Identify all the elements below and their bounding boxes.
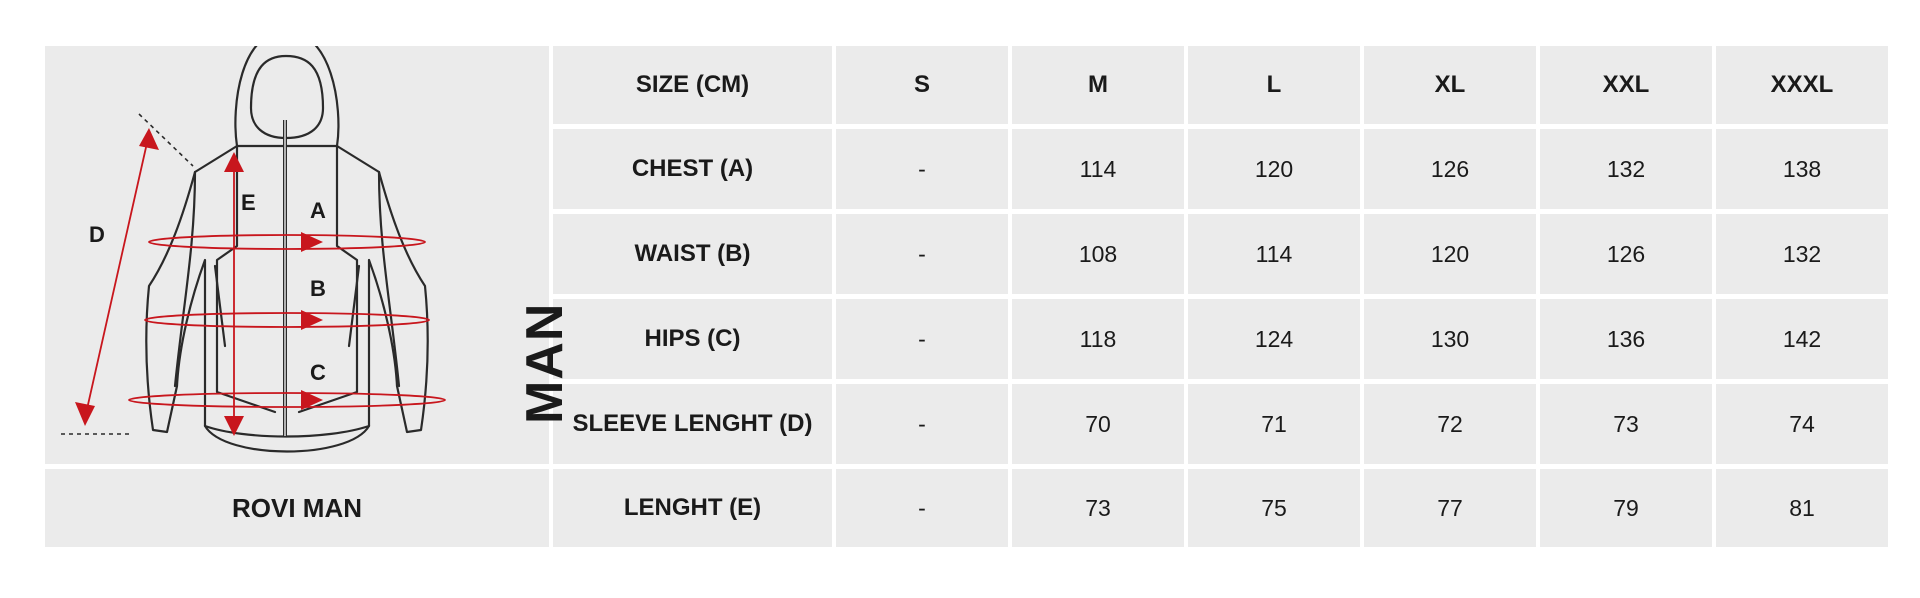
table-cell: 136 (1540, 299, 1712, 379)
gender-label: MAN (516, 302, 574, 424)
table-cell: 138 (1716, 129, 1888, 209)
table-cell: 70 (1012, 384, 1184, 464)
table-cell: 75 (1188, 469, 1360, 547)
table-cell: 79 (1540, 469, 1712, 547)
table-cell: 118 (1012, 299, 1184, 379)
row-label-hips: HIPS (C) (553, 299, 832, 379)
table-cell: 126 (1364, 129, 1536, 209)
table-cell: 74 (1716, 384, 1888, 464)
header-xl: XL (1364, 46, 1536, 124)
table-cell: - (836, 469, 1008, 547)
row-label-sleeve: SLEEVE LENGHT (D) (553, 384, 832, 464)
header-s: S (836, 46, 1008, 124)
table-cell: 108 (1012, 214, 1184, 294)
left-panel (215, 144, 277, 414)
table-cell: 120 (1188, 129, 1360, 209)
table-cell: 73 (1012, 469, 1184, 547)
table-cell: 142 (1716, 299, 1888, 379)
header-size: SIZE (CM) (553, 46, 832, 124)
table-cell: 126 (1540, 214, 1712, 294)
table-cell: 81 (1716, 469, 1888, 547)
sleeve-measure-line (84, 133, 150, 419)
table-cell: 72 (1364, 384, 1536, 464)
jacket-illustration: A B C D E MAN (45, 46, 574, 464)
row-label-length: LENGHT (E) (553, 469, 832, 547)
table-cell: 114 (1012, 129, 1184, 209)
table-cell: 132 (1716, 214, 1888, 294)
header-xxl: XXL (1540, 46, 1712, 124)
table-cell: 71 (1188, 384, 1360, 464)
table-cell: 73 (1540, 384, 1712, 464)
table-cell: - (836, 214, 1008, 294)
table-cell: 120 (1364, 214, 1536, 294)
row-label-waist: WAIST (B) (553, 214, 832, 294)
table-cell: 124 (1188, 299, 1360, 379)
marker-e: E (241, 190, 256, 215)
size-chart: A B C D E MAN SIZE (CM) S M L XL XXL XXX… (45, 46, 1888, 552)
marker-b: B (310, 276, 326, 301)
table-cell: 130 (1364, 299, 1536, 379)
marker-a: A (310, 198, 326, 223)
table-cell: - (836, 384, 1008, 464)
table-cell: 114 (1188, 214, 1360, 294)
row-label-chest: CHEST (A) (553, 129, 832, 209)
header-l: L (1188, 46, 1360, 124)
marker-d: D (89, 222, 105, 247)
header-m: M (1012, 46, 1184, 124)
product-name: ROVI MAN (45, 469, 549, 547)
right-panel (297, 144, 359, 414)
table-cell: 77 (1364, 469, 1536, 547)
marker-c: C (310, 360, 326, 385)
table-cell: - (836, 299, 1008, 379)
header-xxxl: XXXL (1716, 46, 1888, 124)
table-cell: 132 (1540, 129, 1712, 209)
table-cell: - (836, 129, 1008, 209)
jacket-measurement-icon: A B C D E (61, 46, 446, 453)
